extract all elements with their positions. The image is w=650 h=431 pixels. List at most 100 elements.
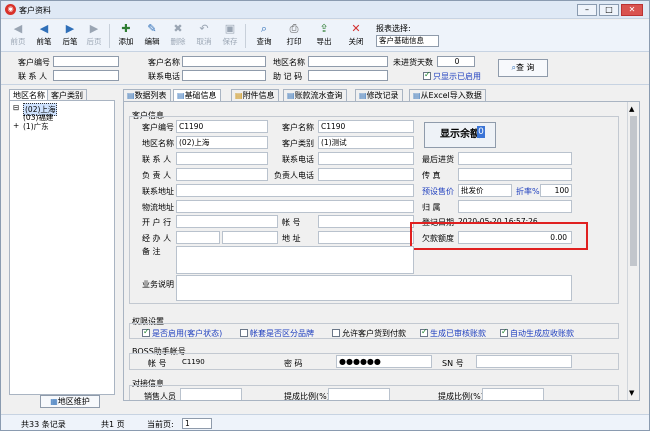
sales-field[interactable] — [180, 388, 242, 400]
search-icon: ⌕ — [260, 22, 268, 35]
belongs-field[interactable] — [458, 200, 572, 213]
show-balance-button[interactable]: 显示余额 — [424, 122, 496, 148]
no-transaction-days-input[interactable]: 0 — [437, 56, 475, 67]
region-field[interactable]: (02)上海 — [176, 136, 268, 149]
first-page-icon: ◀ — [13, 22, 23, 35]
person-field[interactable] — [176, 168, 268, 181]
customer-name-label: 客户名称 — [148, 58, 180, 67]
account-field[interactable] — [318, 215, 414, 228]
only-enabled-checkbox[interactable]: 只显示已启用 — [423, 70, 481, 82]
total-records: 共33 条记录 — [21, 420, 66, 429]
query-button[interactable]: ⌕ 查询 — [251, 22, 277, 50]
scroll-thumb[interactable] — [630, 116, 637, 266]
discount-field[interactable]: 100 — [540, 184, 572, 197]
filter-query-button[interactable]: ⌕查 询 — [498, 59, 548, 77]
basic-info-panel: 客户信息 客户编号 C1190 客户名称 C1190 显示余额 0 地区名称 (… — [123, 101, 640, 401]
print-code-input[interactable] — [308, 70, 388, 81]
contact-label: 联 系 人 — [18, 72, 48, 81]
export-icon: ⇪ — [319, 22, 329, 35]
region-maintain-button[interactable]: ▦地区维护 — [40, 395, 100, 408]
phone-label: 联系电话 — [282, 155, 314, 164]
remark-field[interactable] — [176, 246, 414, 274]
tab-data-list[interactable]: ▤数据列表 — [123, 89, 171, 101]
maximize-button[interactable]: □ — [599, 4, 619, 16]
preset-price-label: 预设售价 — [422, 187, 454, 196]
ratio2-field[interactable] — [482, 388, 544, 400]
status-bar: 共33 条记录 共1 页 当前页: 1 — [1, 414, 649, 430]
customer-code-label: 客户编号 — [18, 58, 50, 67]
bank-field[interactable] — [176, 215, 278, 228]
tab-account-flow[interactable]: ▤账款流水查询 — [283, 89, 347, 101]
report-select[interactable]: 客户基础信息 — [376, 35, 439, 47]
current-page-input[interactable]: 1 — [182, 418, 212, 429]
close-button[interactable]: ✕ 关闭 — [343, 22, 369, 50]
last-page-icon: ▶ — [89, 22, 99, 35]
print-button[interactable]: ⎙ 打印 — [281, 22, 307, 50]
region-label: 地区名称 — [142, 139, 174, 148]
tab-basic-info[interactable]: ▤基础信息 — [173, 89, 221, 101]
customer-name-input[interactable] — [182, 56, 266, 67]
customer-name-field[interactable]: C1190 — [318, 120, 414, 133]
edit-icon: ✎ — [147, 22, 157, 35]
handler-field-2[interactable] — [222, 231, 278, 244]
export-button[interactable]: ⇪ 导出 — [311, 22, 337, 50]
phone-field[interactable] — [318, 152, 414, 165]
address2-label: 地 址 — [282, 234, 301, 243]
region-name-input[interactable] — [308, 56, 388, 67]
tree-item[interactable]: (1)广东 — [23, 121, 49, 132]
business-label: 业务说明 — [142, 280, 174, 289]
save-icon: ▣ — [224, 22, 236, 35]
cod-checkbox[interactable]: 允许客户货到付款 — [332, 328, 406, 339]
brand-checkbox[interactable]: 帐套是否区分品牌 — [240, 328, 314, 339]
print-code-label: 助 记 码 — [273, 72, 303, 81]
address-field[interactable] — [176, 184, 414, 197]
last-page-button[interactable]: ▶ 后页 — [81, 22, 107, 50]
address2-field[interactable] — [318, 231, 414, 244]
customer-code-label: 客户编号 — [142, 123, 174, 132]
current-page-label: 当前页: — [147, 420, 174, 429]
handler-field-1[interactable] — [176, 231, 220, 244]
minimize-button[interactable]: – — [577, 4, 597, 16]
sn-label: SN 号 — [442, 359, 464, 368]
password-field[interactable]: ●●●●●● — [336, 355, 432, 368]
customer-code-input[interactable] — [53, 56, 119, 67]
bank-label: 开 户 行 — [142, 218, 172, 227]
enabled-checkbox[interactable]: 是否启用(客户状态) — [142, 327, 222, 339]
last-purchase-field[interactable] — [458, 152, 572, 165]
app-icon: ◉ — [5, 4, 16, 15]
customer-code-field[interactable]: C1190 — [176, 120, 268, 133]
contact-field[interactable] — [176, 152, 268, 165]
fax-field[interactable] — [458, 168, 572, 181]
person-phone-field[interactable] — [318, 168, 414, 181]
tree-expander[interactable]: + — [13, 121, 19, 130]
tab-attachments[interactable]: ▤附件信息 — [231, 89, 279, 101]
sn-field[interactable] — [476, 355, 572, 368]
fax-label: 传 真 — [422, 171, 441, 180]
undo-icon: ↶ — [199, 22, 209, 35]
tab-import-excel[interactable]: ▤从Excel导入数据 — [409, 89, 486, 101]
audited-checkbox[interactable]: 生成已审核账款 — [420, 327, 486, 339]
region-tree: ⊟ (02)上海 (03)福建 + (1)广东 ▦地区维护 — [9, 100, 115, 408]
total-pages: 共1 页 — [101, 420, 125, 429]
save-button[interactable]: ▣ 保存 — [217, 22, 243, 50]
ratio1-field[interactable] — [328, 388, 390, 400]
balance-value: 0 — [477, 126, 485, 138]
next-arrow-icon: ▶ — [65, 22, 75, 35]
toolbar: ◀ 前页 ◀ 前笔 ▶ 后笔 ▶ 后页 ✚ 添加 ✎ 编辑 ✖ 删除 ↶ 取消 ▣ 保存 ⌕ 查询 … — [1, 20, 649, 52]
logistics-field[interactable] — [176, 200, 414, 213]
vertical-scrollbar[interactable]: ▲ ▼ — [627, 102, 639, 400]
account-label: 帐 号 — [282, 218, 301, 227]
business-field[interactable] — [176, 275, 572, 301]
report-select-label: 报表选择: — [376, 24, 411, 33]
belongs-label: 归 属 — [422, 203, 441, 212]
auto-receivable-checkbox[interactable]: 自动生成应收账款 — [500, 327, 574, 339]
customer-name-label: 客户名称 — [282, 123, 314, 132]
close-window-button[interactable]: ✕ — [621, 4, 643, 16]
category-field[interactable]: (1)测试 — [318, 136, 414, 149]
customer-data-window: ◉ 客户资料 – □ ✕ ◀ 前页 ◀ 前笔 ▶ 后笔 ▶ 后页 ✚ 添加 ✎ 编辑 ✖ 删除… — [0, 0, 650, 431]
contact-input[interactable] — [53, 70, 119, 81]
checkbox-icon — [423, 70, 431, 80]
tab-change-log[interactable]: ▤修改记录 — [355, 89, 403, 101]
preset-price-field[interactable]: 批发价 — [458, 184, 512, 197]
phone-input[interactable] — [182, 70, 266, 81]
